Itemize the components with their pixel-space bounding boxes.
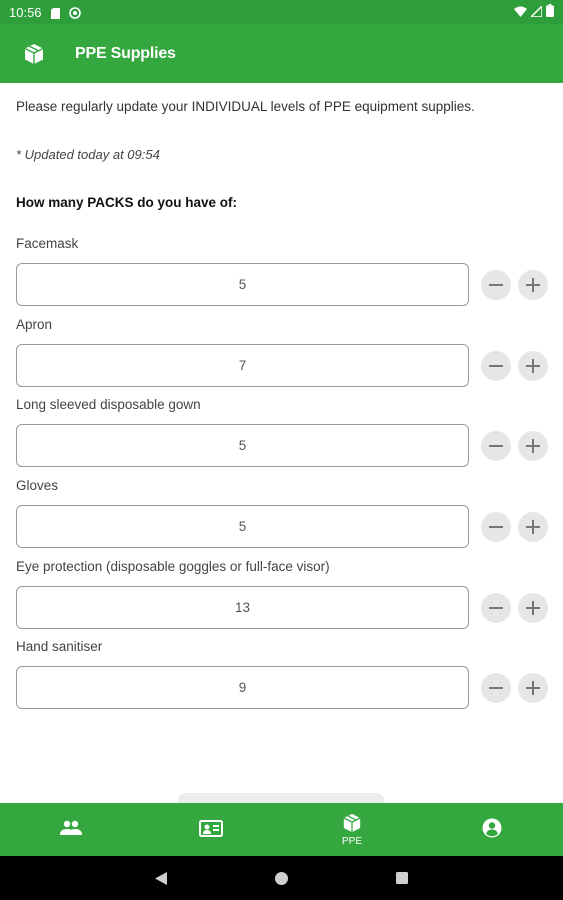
minus-icon [489,445,503,447]
facemask-decrement-button[interactable] [481,270,511,300]
gown-label: Long sleeved disposable gown [16,397,201,412]
facemask-increment-button[interactable] [518,270,548,300]
plus-icon [526,520,540,534]
hand-sanitiser-decrement-button[interactable] [481,673,511,703]
gloves-input[interactable]: 5 [16,505,469,548]
sd-card-icon [50,7,61,19]
sync-icon [68,6,81,19]
signal-icon [529,3,543,20]
page-title: PPE Supplies [75,44,176,62]
hand-sanitiser-label: Hand sanitiser [16,639,103,654]
gown-input[interactable]: 5 [16,424,469,467]
updated-timestamp: * Updated today at 09:54 [16,147,160,162]
intro-text: Please regularly update your INDIVIDUAL … [16,99,475,114]
plus-icon [526,681,540,695]
recents-square-icon [396,872,408,884]
nav-item-ppe[interactable]: PPE [312,803,392,856]
eye-protection-input[interactable]: 13 [16,586,469,629]
apron-increment-button[interactable] [518,351,548,381]
minus-icon [489,526,503,528]
gloves-label: Gloves [16,478,59,493]
eye-protection-decrement-button[interactable] [481,593,511,623]
home-circle-icon [274,871,288,885]
package-icon [23,43,45,65]
eye-protection-label: Eye protection (disposable goggles or fu… [16,559,330,574]
apron-input[interactable]: 7 [16,344,469,387]
plus-icon [526,278,540,292]
id-card-icon [199,819,223,837]
nav-item-account[interactable] [452,803,532,856]
people-icon [60,820,82,835]
plus-icon [526,359,540,373]
minus-icon [489,365,503,367]
status-bar: 10:56 [0,0,563,24]
nav-label-ppe: PPE [341,835,362,847]
account-icon [482,818,502,838]
recents-button[interactable] [393,869,411,887]
apron-label: Apron [16,317,53,332]
nav-item-people[interactable] [31,803,111,856]
bottom-nav: PPE [0,803,563,856]
nav-item-id-card[interactable] [171,803,251,856]
minus-icon [489,607,503,609]
minus-icon [489,284,503,286]
hand-sanitiser-input[interactable]: 9 [16,666,469,709]
wifi-icon [514,5,527,20]
plus-icon [526,439,540,453]
apron-decrement-button[interactable] [481,351,511,381]
system-nav-bar [0,856,563,900]
gown-decrement-button[interactable] [481,431,511,461]
plus-icon [526,601,540,615]
facemask-input[interactable]: 5 [16,263,469,306]
gloves-increment-button[interactable] [518,512,548,542]
gloves-decrement-button[interactable] [481,512,511,542]
gown-increment-button[interactable] [518,431,548,461]
home-button[interactable] [272,869,290,887]
question-heading: How many PACKS do you have of: [16,195,238,210]
app-bar: PPE Supplies [0,24,563,83]
back-triangle-icon [155,871,167,885]
package-icon [343,813,361,832]
facemask-label: Facemask [16,236,79,251]
hand-sanitiser-increment-button[interactable] [518,673,548,703]
back-button[interactable] [152,869,170,887]
status-time: 10:56 [9,4,42,20]
battery-icon [546,4,554,20]
eye-protection-increment-button[interactable] [518,593,548,623]
minus-icon [489,687,503,689]
